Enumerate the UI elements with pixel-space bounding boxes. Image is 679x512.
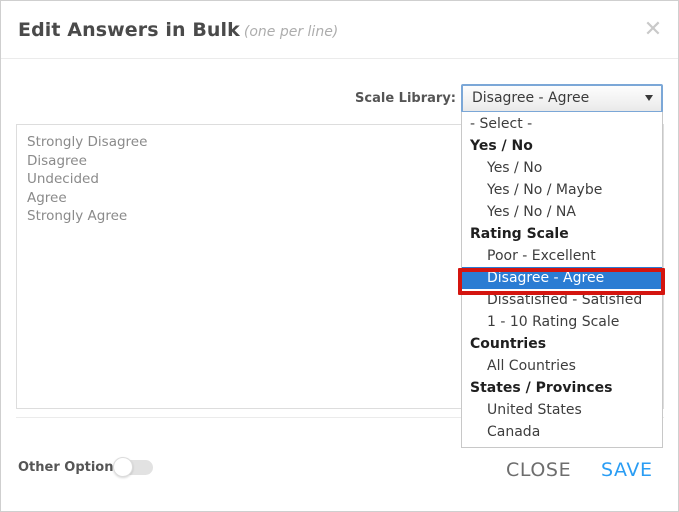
dropdown-option[interactable]: Canada [462,421,662,443]
scale-library-dropdown[interactable]: - Select - Yes / No Yes / No Yes / No / May… [461,112,663,448]
save-button[interactable]: SAVE [601,459,653,481]
dropdown-group-label: Countries [470,336,547,352]
scale-library-label: Scale Library: [355,91,456,106]
dropdown-option[interactable]: - Select - [462,113,662,135]
dropdown-option[interactable]: Poor - Excellent [462,245,662,267]
close-x-icon[interactable]: ✕ [641,18,665,42]
dropdown-group-label: Yes / No [470,138,533,154]
close-button[interactable]: CLOSE [506,459,571,481]
dropdown-group-label: Rating Scale [470,226,569,242]
chevron-down-icon [645,95,653,101]
dropdown-option[interactable]: Yes / No / Maybe [462,179,662,201]
dropdown-option[interactable]: 1 - 10 Rating Scale [462,311,662,333]
page-title: Edit Answers in Bulk (one per line) [18,19,338,41]
dropdown-option[interactable]: Yes / No [462,157,662,179]
dropdown-option[interactable]: Yes / No / NA [462,201,662,223]
modal-header: Edit Answers in Bulk (one per line) ✕ [1,1,678,59]
dropdown-option[interactable]: Dissatisfied - Satisfied [462,289,662,311]
dropdown-group-label: States / Provinces [470,380,613,396]
scale-library-select[interactable]: Disagree - Agree [461,84,663,113]
other-option-label: Other Option [18,460,114,475]
dropdown-option[interactable]: All Countries [462,355,662,377]
modal-title-subtitle: (one per line) [243,24,339,40]
dropdown-option[interactable]: United States [462,399,662,421]
scale-library-selected-value: Disagree - Agree [472,90,590,106]
modal-title-text: Edit Answers in Bulk [18,19,240,41]
toggle-knob [113,457,133,477]
other-option-toggle[interactable] [113,457,153,477]
edit-answers-modal: Edit Answers in Bulk (one per line) ✕ Sca… [0,0,679,512]
dropdown-option[interactable]: Disagree - Agree [462,267,662,289]
